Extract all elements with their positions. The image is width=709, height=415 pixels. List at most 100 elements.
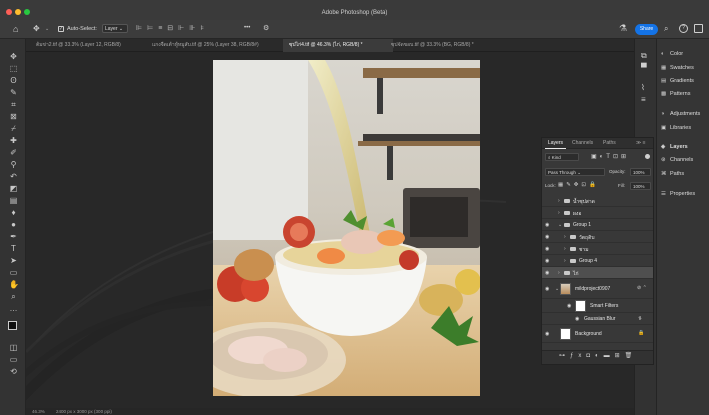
layer-row[interactable]: ◉ ⌄ mildproject0907 ⊘ ⌃ bbox=[542, 279, 653, 299]
clone-stamp-tool-icon[interactable]: ⚲ bbox=[9, 160, 18, 169]
eye-visibility-icon[interactable]: ◉ bbox=[545, 286, 549, 292]
chevron-down-icon[interactable]: ⌄ bbox=[555, 286, 559, 292]
layer-row[interactable]: › น้ำซุปสาด bbox=[542, 195, 653, 207]
tab-document-2[interactable]: แกงจืดเต้าหู้หมูสับ.tif @ 25% (Layer 38,… bbox=[146, 39, 294, 52]
brush-tool-icon[interactable]: ✐ bbox=[9, 148, 18, 157]
chevron-right-icon[interactable]: › bbox=[564, 234, 566, 240]
hand-tool-icon[interactable]: ✋ bbox=[9, 280, 19, 289]
chevron-right-icon[interactable]: › bbox=[558, 210, 560, 216]
layer-filter-icons[interactable]: ▣◐T⊡⊞ bbox=[591, 153, 629, 160]
dock-item-libraries[interactable]: ▣ Libraries bbox=[661, 124, 691, 133]
lasso-tool-icon[interactable]: ʘ bbox=[9, 76, 18, 85]
tab-channels[interactable]: Channels bbox=[569, 138, 596, 149]
dock-item-properties[interactable]: ☰ Properties bbox=[661, 190, 695, 199]
layer-row[interactable]: › ผงอ bbox=[542, 207, 653, 219]
eye-visibility-icon[interactable]: ◉ bbox=[545, 331, 549, 337]
opacity-input[interactable]: 100% bbox=[630, 168, 651, 176]
help-icon[interactable]: ? bbox=[679, 24, 688, 33]
chevron-right-icon[interactable]: › bbox=[558, 198, 560, 204]
object-selection-tool-icon[interactable]: ✎ bbox=[9, 88, 18, 97]
workspace-icon[interactable] bbox=[694, 24, 703, 33]
more-options-button[interactable]: ••• bbox=[244, 25, 250, 31]
move-tool-icon[interactable]: ✥ bbox=[9, 52, 18, 61]
blur-tool-icon[interactable]: ♦ bbox=[9, 208, 18, 217]
auto-select-checkbox[interactable]: ✓ bbox=[58, 26, 64, 32]
layer-row[interactable]: ◉ › ชาม bbox=[542, 243, 653, 255]
dock-item-adjustments[interactable]: ◑ Adjustments bbox=[661, 110, 700, 119]
tab-layers[interactable]: Layers bbox=[545, 138, 567, 149]
eye-visibility-icon[interactable]: ◉ bbox=[545, 246, 549, 252]
dock-item-color[interactable]: ◐ Color bbox=[661, 50, 683, 59]
move-tool-icon[interactable]: ✥ bbox=[33, 24, 40, 33]
eraser-tool-icon[interactable]: ◩ bbox=[9, 184, 18, 193]
filter-kind-dropdown[interactable]: ⌕ Kind bbox=[545, 153, 579, 161]
dock-item-channels[interactable]: ⊛ Channels bbox=[661, 156, 693, 165]
rectangle-tool-icon[interactable]: ▭ bbox=[9, 268, 18, 277]
layer-row[interactable]: ◉ ⌄ Group 1 bbox=[542, 219, 653, 231]
filter-options-icon[interactable]: ⥮ bbox=[638, 316, 642, 322]
gradient-tool-icon[interactable]: ▤ bbox=[9, 196, 18, 205]
search-icon[interactable]: ⌕ bbox=[664, 24, 668, 34]
eye-visibility-icon[interactable]: ◉ bbox=[545, 222, 549, 228]
panel-menu-icon[interactable]: ≫ ≡ bbox=[636, 140, 646, 146]
chevron-right-icon[interactable]: › bbox=[564, 246, 566, 252]
tool-presets-icon[interactable]: ≡ bbox=[641, 95, 646, 104]
edit-toolbar-icon[interactable]: ⟲ bbox=[9, 367, 18, 376]
flask-icon[interactable]: ⚗ bbox=[619, 23, 627, 34]
pen-tool-icon[interactable]: ✒ bbox=[9, 232, 18, 241]
dock-item-paths[interactable]: ⌘ Paths bbox=[661, 170, 684, 179]
marquee-tool-icon[interactable]: ⬚ bbox=[9, 64, 18, 73]
zoom-level[interactable]: 46.3% bbox=[32, 409, 45, 414]
tab-document-3-active[interactable]: ซุปไก่4.tif @ 46.3% (ไก่, RGB/8) * bbox=[283, 39, 393, 52]
layer-row-selected[interactable]: ◉ › ไก่ bbox=[542, 267, 653, 279]
eyedropper-tool-icon[interactable]: ⌿ bbox=[9, 124, 18, 133]
layer-row[interactable]: ◉ › Group 4 bbox=[542, 255, 653, 267]
layer-actions-icons[interactable]: ⊶ƒx◘◐▬⊞🗑 bbox=[559, 352, 637, 359]
chevron-down-icon[interactable]: ⌄ bbox=[45, 26, 49, 32]
filter-toggle-icon[interactable] bbox=[645, 154, 650, 159]
type-tool-icon[interactable]: T bbox=[9, 244, 18, 253]
dock-item-layers[interactable]: ◈ Layers bbox=[661, 143, 688, 152]
chevron-down-icon[interactable]: ⌄ bbox=[558, 222, 562, 228]
auto-select-dropdown[interactable]: Layer ⌄ bbox=[102, 24, 128, 33]
eye-visibility-icon[interactable]: ◉ bbox=[545, 234, 549, 240]
dock-item-patterns[interactable]: ▩ Patterns bbox=[661, 90, 690, 99]
history-brush-tool-icon[interactable]: ↶ bbox=[9, 172, 18, 181]
tab-document-4[interactable]: ซุปจัดขอบ.tif @ 33.3% (BG, RGB/8) * bbox=[385, 39, 525, 52]
eye-visibility-icon[interactable]: ◉ bbox=[575, 316, 579, 322]
lock-icons[interactable]: ▦✎✥⊡🔒 bbox=[558, 182, 599, 188]
align-buttons-group[interactable]: ⊫⊨≡⊟⊩⊪⊧ bbox=[136, 24, 209, 32]
eye-visibility-icon[interactable]: ◉ bbox=[545, 258, 549, 264]
fill-input[interactable]: 100% bbox=[630, 182, 651, 190]
layer-row[interactable]: ◉ Gaussian Blur ⥮ bbox=[542, 313, 653, 325]
chevron-right-icon[interactable]: › bbox=[558, 270, 560, 276]
chevron-right-icon[interactable]: › bbox=[564, 258, 566, 264]
path-selection-tool-icon[interactable]: ➤ bbox=[9, 256, 18, 265]
tab-paths[interactable]: Paths bbox=[600, 138, 619, 149]
zoom-tool-icon[interactable]: ⌕ bbox=[9, 292, 18, 301]
frame-tool-icon[interactable]: ⊠ bbox=[9, 112, 18, 121]
eye-visibility-icon[interactable]: ◉ bbox=[567, 303, 571, 309]
home-icon[interactable]: ⌂ bbox=[13, 24, 18, 34]
healing-brush-tool-icon[interactable]: ✚ bbox=[9, 136, 18, 145]
layer-row[interactable]: ◉ Background 🔒 bbox=[542, 325, 653, 343]
share-button[interactable]: Share bbox=[635, 24, 658, 35]
document-canvas-image[interactable] bbox=[213, 60, 480, 396]
eye-visibility-icon[interactable]: ◉ bbox=[545, 270, 549, 276]
dodge-tool-icon[interactable]: ● bbox=[9, 220, 18, 229]
comments-icon[interactable]: ▀ bbox=[641, 63, 647, 72]
screen-mode-icon[interactable]: ▭ bbox=[9, 355, 18, 364]
history-icon[interactable]: ⧉ bbox=[641, 51, 647, 61]
quick-mask-icon[interactable]: ◫ bbox=[9, 343, 18, 352]
more-tools-icon[interactable]: … bbox=[9, 304, 18, 313]
settings-gear-icon[interactable]: ⚙ bbox=[263, 24, 269, 32]
layer-row[interactable]: ◉ Smart Filters bbox=[542, 299, 653, 313]
dock-item-swatches[interactable]: ▦ Swatches bbox=[661, 64, 694, 73]
crop-tool-icon[interactable]: ⌗ bbox=[9, 100, 18, 109]
layer-row[interactable]: ◉ › วัตถุดิบ bbox=[542, 231, 653, 243]
blend-mode-dropdown[interactable]: Pass Through ⌄ bbox=[545, 168, 605, 176]
foreground-color-swatch[interactable] bbox=[8, 321, 17, 330]
dock-item-gradients[interactable]: ▤ Gradients bbox=[661, 77, 694, 86]
brush-settings-icon[interactable]: ⌇ bbox=[641, 83, 645, 92]
tab-document-1[interactable]: ต้มข่า2.tif @ 33.3% (Layer 12, RGB/8) bbox=[30, 39, 160, 52]
